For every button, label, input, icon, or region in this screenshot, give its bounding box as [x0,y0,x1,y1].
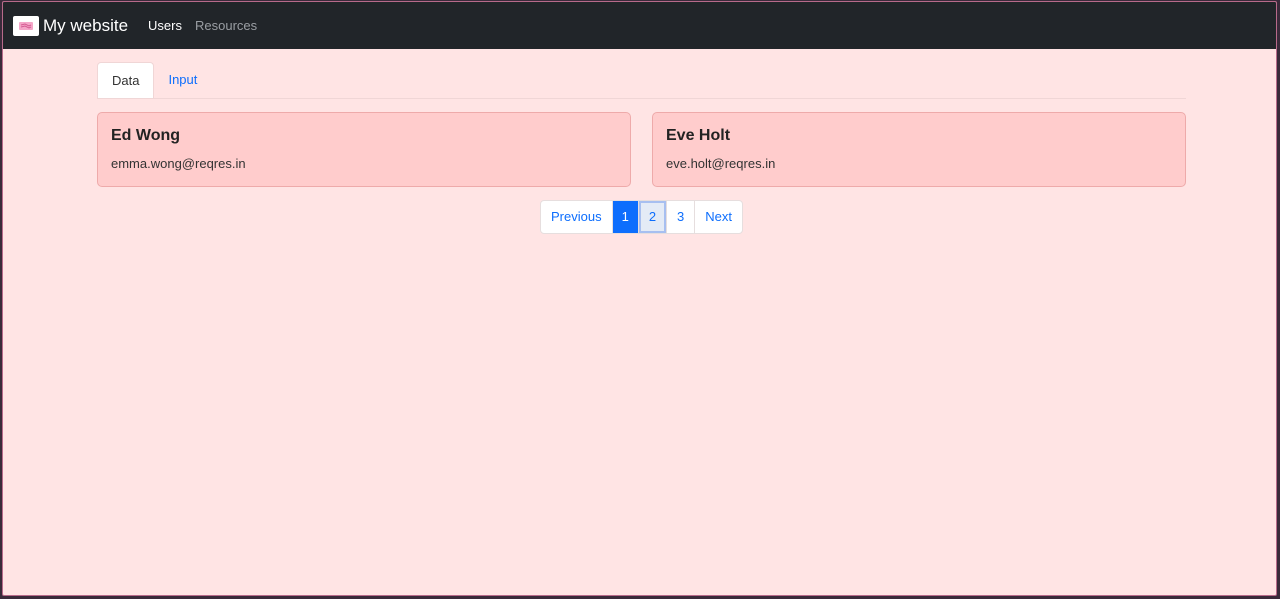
nav-link-resources[interactable]: Resources [195,18,257,33]
main-container: Data Input Ed Wong emma.wong@reqres.in E… [97,62,1186,187]
navbar: My website Users Resources [3,2,1276,49]
page-button-1[interactable]: 1 [611,201,638,233]
page-button-3[interactable]: 3 [666,201,694,233]
next-page-button[interactable]: Next [694,201,742,233]
logo-icon [19,21,33,30]
user-email: eve.holt@reqres.in [666,156,776,171]
brand-logo[interactable] [13,15,39,36]
user-name: Ed Wong [111,127,181,144]
user-email: emma.wong@reqres.in [111,156,246,171]
tab-data[interactable]: Data [97,62,155,98]
page-button-2[interactable]: 2 [637,201,667,233]
user-card: Eve Holt eve.holt@reqres.in [652,112,1186,187]
browser-window: My website Users Resources Data Input Ed… [2,1,1277,596]
brand-name[interactable]: My website [43,16,128,36]
pagination: Previous 1 2 3 Next [540,200,744,234]
user-name: Eve Holt [666,127,731,144]
tab-bar: Data Input [97,62,1186,99]
user-cards: Ed Wong emma.wong@reqres.in Eve Holt eve… [97,112,1186,187]
tab-input[interactable]: Input [154,62,211,98]
previous-page-button[interactable]: Previous [541,201,612,233]
user-card: Ed Wong emma.wong@reqres.in [97,112,631,187]
nav-link-users[interactable]: Users [148,18,182,33]
